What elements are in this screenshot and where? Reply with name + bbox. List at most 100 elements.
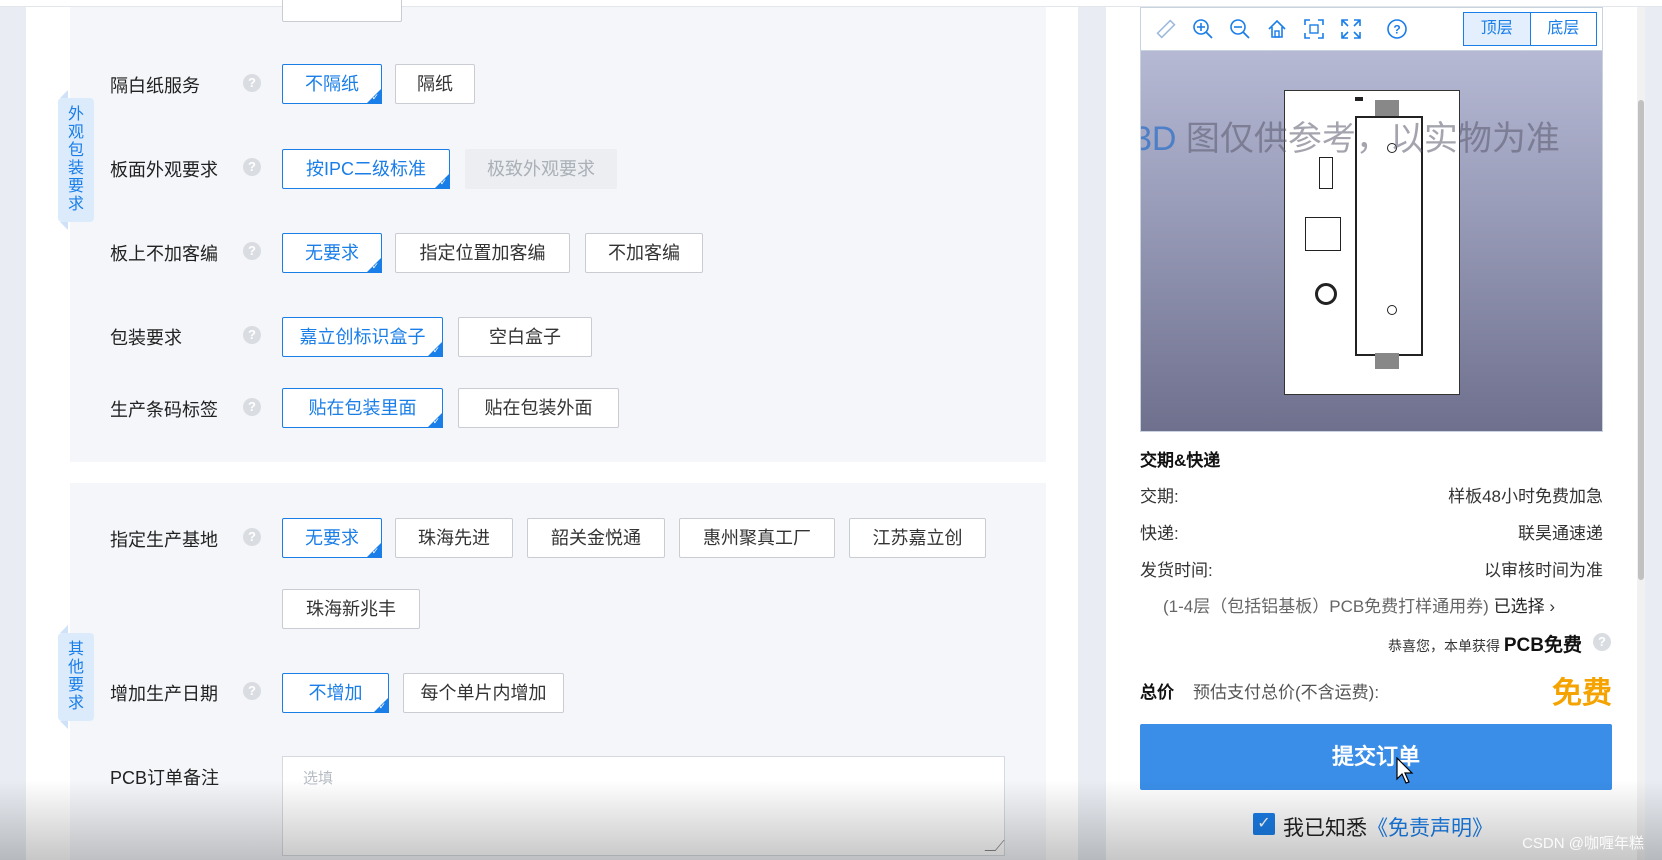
help-icon[interactable]: ? [243,528,261,546]
option-no-requirement[interactable]: 无要求 ✓ [282,233,382,273]
option-base-zhuhai-advanced[interactable]: 珠海先进 [395,518,513,558]
agree-prefix: 我已知悉 [1283,817,1367,840]
coupon-text: (1-4层（包括铝基板）PCB免费打样通用券) [1163,597,1489,616]
option-blank-box[interactable]: 空白盒子 [458,317,592,357]
delivery-time-value: 样板48小时免费加急 [1448,487,1603,506]
remark-label: PCB订单备注 [110,768,220,788]
remark-textarea[interactable]: 选填 [282,756,1005,856]
help-icon[interactable]: ? [243,326,261,344]
delivery-time-label: 交期: [1140,487,1179,506]
option-date-no[interactable]: 不增加 ✓ [282,673,389,713]
fit-view-icon[interactable] [1303,18,1325,40]
help-icon[interactable]: ? [243,398,261,416]
other-requirements-tag: 其 他 要 求 [58,625,94,729]
tag-char: 求 [67,695,84,712]
option-base-shaoguan[interactable]: 韶关金悦通 [527,518,665,558]
help-icon[interactable]: ? [1593,633,1611,651]
remark-placeholder: 选填 [303,770,334,787]
express-value: 联昊通速递 [1518,524,1603,543]
tag-char: 外 [67,106,84,123]
pcb-3d-viewer: ? 顶层 底层 3D 图仅供参考，以实物为准 [1140,7,1603,432]
option-premium-look: 极致外观要求 [465,149,617,189]
check-icon: ✓ [371,261,379,271]
scrollbar-thumb[interactable] [1638,100,1644,580]
tag-char: 要 [67,178,84,195]
site-watermark: CSDN @咖喱年糕 [1522,835,1644,852]
option-label: 按IPC二级标准 [305,159,426,179]
option-label: 无要求 [305,243,359,263]
disclaimer-link[interactable]: 《免责声明》 [1367,817,1493,840]
option-base-zhuhai-xinzhaofeng[interactable]: 珠海新兆丰 [282,589,420,629]
zoom-in-icon[interactable] [1192,18,1214,40]
top-bar [0,0,1662,7]
tag-char: 他 [67,659,84,676]
express-label: 快递: [1140,524,1179,543]
zoom-out-icon[interactable] [1229,18,1251,40]
delivery-title: 交期&快递 [1140,451,1221,470]
option-base-huizhou[interactable]: 惠州聚真工厂 [679,518,835,558]
congrats-value: PCB免费 [1503,635,1582,656]
option-label: 不隔纸 [305,74,359,94]
option-no-paper[interactable]: 不隔纸 ✓ [282,64,382,104]
agree-checkbox[interactable]: ✓ [1253,813,1275,835]
layer-toggle: 顶层 底层 [1463,12,1597,46]
option-paper[interactable]: 隔纸 [395,64,475,104]
submit-order-button[interactable]: 提交订单 [1140,724,1612,790]
agree-text: 我已知悉《免责声明》 [1283,812,1493,842]
option-label: 无要求 [305,528,359,548]
coupon-row[interactable]: (1-4层（包括铝基板）PCB免费打样通用券) 已选择 › [1163,592,1555,617]
pcb-ring [1315,283,1337,305]
packaging-label: 包装要求 [110,328,182,348]
option-label-outside[interactable]: 贴在包装外面 [458,388,619,428]
ruler-icon[interactable] [1155,18,1177,40]
option-base-jiangsu[interactable]: 江苏嘉立创 [849,518,986,558]
coupon-status: 已选择 [1493,597,1545,616]
option-no-code[interactable]: 不加客编 [585,233,703,273]
tag-char: 求 [67,196,84,213]
congrats-line: 恭喜您，本单获得 PCB免费 [1388,630,1582,657]
chevron-right-icon: › [1549,597,1555,616]
check-icon: ✓ [371,546,379,556]
resize-grip[interactable] [984,840,1005,851]
option-code-at-position[interactable]: 指定位置加客编 [395,233,570,273]
pcb-pad [1319,157,1333,189]
white-paper-label: 隔白纸服务 [110,76,200,96]
check-icon: ✓ [378,701,386,711]
pcb-mark [1355,97,1363,101]
help-icon[interactable]: ? [243,682,261,700]
option-label-inside[interactable]: 贴在包装里面 ✓ [282,388,443,428]
option-label: 嘉立创标识盒子 [299,327,426,347]
home-icon[interactable] [1266,18,1288,40]
help-icon[interactable]: ? [243,158,261,176]
top-layer-button[interactable]: 顶层 [1464,13,1531,45]
ship-time-value: 以审核时间为准 [1484,561,1603,580]
help-circle-icon[interactable]: ? [1386,18,1408,40]
option-branded-box[interactable]: 嘉立创标识盒子 ✓ [282,317,443,357]
tag-char: 观 [67,124,84,141]
check-icon: ✓ [432,416,440,426]
option-ipc-level2[interactable]: 按IPC二级标准 ✓ [282,149,450,189]
option-date-each-piece[interactable]: 每个单片内增加 [403,673,564,713]
production-base-label: 指定生产基地 [110,530,218,550]
3d-canvas[interactable]: 3D 图仅供参考，以实物为准 [1141,51,1602,431]
svg-text:?: ? [1393,23,1400,37]
help-icon[interactable]: ? [243,74,261,92]
check-icon: ✓ [439,177,447,187]
option-label: 不增加 [308,683,363,703]
total-price: 免费 [1552,677,1612,710]
pcb-switch [1305,217,1341,251]
fullscreen-icon[interactable] [1340,18,1362,40]
board-look-label: 板面外观要求 [110,160,218,180]
watermark-3d: 3D [1141,120,1177,158]
total-label: 总价 [1140,683,1174,702]
help-icon[interactable]: ? [243,242,261,260]
bottom-layer-button[interactable]: 底层 [1531,13,1597,45]
option-base-none[interactable]: 无要求 ✓ [282,518,382,558]
viewer-toolbar: ? 顶层 底层 [1141,8,1602,51]
watermark-text: 图仅供参考，以实物为准 [1176,120,1560,158]
previous-option-partial[interactable] [282,0,402,22]
appearance-packaging-tag: 外 观 包 装 要 求 [58,90,94,230]
congrats-prefix: 恭喜您，本单获得 [1387,638,1500,654]
total-sublabel: 预估支付总价(不含运费): [1193,683,1380,702]
production-date-label: 增加生产日期 [110,684,218,704]
